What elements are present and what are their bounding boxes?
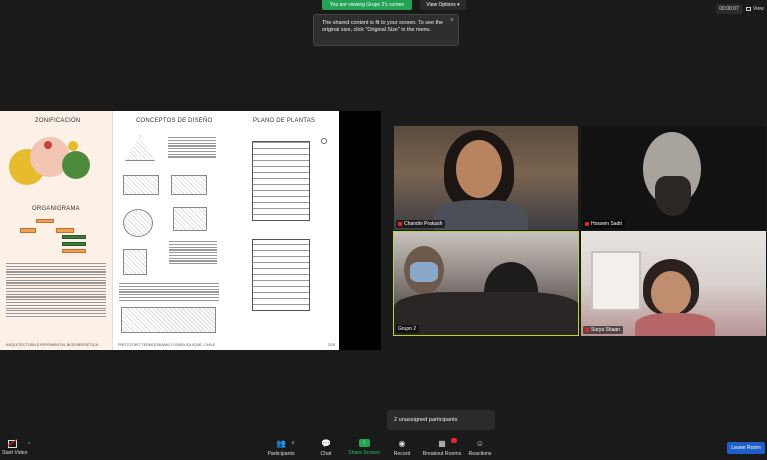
participants-count: 4 bbox=[291, 440, 294, 445]
participant-video bbox=[394, 292, 578, 335]
view-layout-button[interactable]: View bbox=[746, 4, 766, 14]
org-box bbox=[56, 228, 74, 233]
zone-circle bbox=[62, 151, 90, 179]
org-box bbox=[20, 228, 36, 233]
meeting-timer: 00:00:07 bbox=[716, 4, 742, 14]
slide-footer-left: ARQUITECTURA EXPERIMENTAL BIOENERGÉTICA bbox=[6, 343, 98, 347]
concept-text bbox=[119, 283, 219, 302]
participant-tile[interactable]: Chandni Prakash bbox=[394, 126, 578, 230]
participant-name: Grupo 2 bbox=[396, 325, 420, 333]
record-button[interactable]: ◉ Record bbox=[389, 432, 415, 460]
start-video-label: Start Video bbox=[2, 450, 28, 456]
concept-text bbox=[168, 137, 216, 159]
record-icon: ◉ bbox=[398, 439, 406, 448]
concept-diagram bbox=[125, 135, 155, 161]
slide-floor-plans: PLANO DE PLANTAS bbox=[226, 111, 339, 350]
breakout-rooms-button[interactable]: ▦ Breakout Rooms bbox=[421, 432, 463, 460]
participant-tile-active-speaker[interactable]: Grupo 2 bbox=[393, 231, 579, 336]
share-screen-icon: ↑ bbox=[358, 439, 370, 447]
org-box bbox=[36, 219, 54, 223]
slide-zonification: ZONIFICACIÓN ORGANIGRAMA bbox=[0, 111, 113, 350]
zone-circle bbox=[44, 141, 52, 149]
view-options-label: View Options bbox=[426, 2, 456, 8]
participant-tile[interactable]: Hossein Sadri bbox=[581, 126, 766, 230]
muted-mic-icon bbox=[398, 221, 402, 226]
close-icon[interactable]: × bbox=[450, 17, 454, 24]
participant-video bbox=[456, 140, 502, 198]
leave-room-button[interactable]: Leave Room bbox=[727, 442, 765, 454]
muted-mic-icon bbox=[585, 221, 589, 226]
participants-label: Participants bbox=[267, 451, 295, 457]
fit-screen-tooltip: The shared content is fit to your screen… bbox=[313, 14, 459, 46]
org-box bbox=[62, 235, 86, 239]
viewing-banner: You are viewing Grupo 2's screen bbox=[322, 0, 412, 10]
zone-circle bbox=[68, 141, 78, 151]
tooltip-text: The shared content is fit to your screen… bbox=[322, 20, 443, 33]
share-screen-label: Share Screen bbox=[348, 450, 380, 456]
concept-sketch bbox=[171, 175, 207, 195]
view-options-button[interactable]: View Options ▾ bbox=[420, 0, 466, 10]
slide-concepts: CONCEPTOS DE DISEÑO bbox=[113, 111, 226, 350]
slide-footer-center: PROTOTIPO TERMODINÁMICO PARA IQUIQUE, CH… bbox=[118, 343, 216, 347]
slide-title-floor-plans: PLANO DE PLANTAS bbox=[253, 118, 316, 124]
reactions-button[interactable]: ☺ Reactions bbox=[466, 432, 494, 460]
share-screen-button[interactable]: ↑ Share Screen bbox=[346, 432, 382, 460]
unassigned-participants-popup[interactable]: 2 unassigned participants bbox=[387, 410, 495, 430]
participant-video bbox=[591, 251, 641, 311]
chat-label: Chat bbox=[320, 451, 332, 457]
slide-title-concepts: CONCEPTOS DE DISEÑO bbox=[136, 118, 213, 124]
concept-sketch bbox=[123, 209, 153, 237]
floor-plan bbox=[252, 239, 310, 311]
participant-name: Chandni Prakash bbox=[396, 220, 446, 228]
screen-margin bbox=[339, 111, 381, 350]
participant-video bbox=[410, 262, 438, 282]
top-bar: You are viewing Grupo 2's screen View Op… bbox=[0, 0, 767, 12]
participant-video bbox=[651, 271, 691, 315]
participant-video bbox=[635, 313, 715, 336]
slide-subtitle-organigram: ORGANIGRAMA bbox=[32, 206, 80, 212]
meeting-toolbar bbox=[0, 432, 767, 460]
floor-plan bbox=[252, 141, 310, 221]
breakout-rooms-label: Breakout Rooms bbox=[422, 451, 462, 457]
record-label: Record bbox=[393, 451, 411, 457]
zoom-icon[interactable] bbox=[321, 138, 327, 144]
participant-video bbox=[655, 176, 691, 216]
shared-screen[interactable]: ZONIFICACIÓN ORGANIGRAMA CONCEPTOS DE DI… bbox=[0, 111, 339, 350]
chat-icon: 💬 bbox=[321, 439, 331, 448]
concept-sketch bbox=[123, 249, 147, 275]
slide-body-text bbox=[6, 263, 106, 319]
grid-icon bbox=[746, 6, 751, 11]
participant-name: Surya Shaan bbox=[583, 326, 623, 334]
concept-sketch bbox=[121, 307, 216, 333]
reactions-label: Reactions bbox=[468, 451, 492, 457]
org-box bbox=[62, 242, 86, 246]
reactions-icon: ☺ bbox=[475, 439, 485, 448]
slide-title-zonification: ZONIFICACIÓN bbox=[35, 118, 81, 124]
chevron-up-icon[interactable]: ^ bbox=[28, 442, 30, 448]
concept-text bbox=[169, 241, 217, 266]
chat-button[interactable]: 💬 Chat bbox=[314, 432, 338, 460]
participant-name: Hossein Sadri bbox=[583, 220, 626, 228]
chevron-down-icon: ▾ bbox=[457, 2, 460, 8]
slide-page-number: 2/25 bbox=[327, 343, 335, 347]
org-box bbox=[62, 249, 86, 253]
notification-badge bbox=[451, 438, 457, 443]
participant-video bbox=[434, 200, 528, 230]
view-label: View bbox=[753, 6, 764, 12]
participants-button[interactable]: 👥 Participants 4 bbox=[264, 432, 298, 460]
concept-sketch bbox=[123, 175, 159, 195]
concept-sketch bbox=[173, 207, 207, 231]
video-off-icon bbox=[8, 439, 18, 448]
participant-tile[interactable]: Surya Shaan bbox=[581, 231, 766, 336]
muted-mic-icon bbox=[585, 327, 589, 332]
